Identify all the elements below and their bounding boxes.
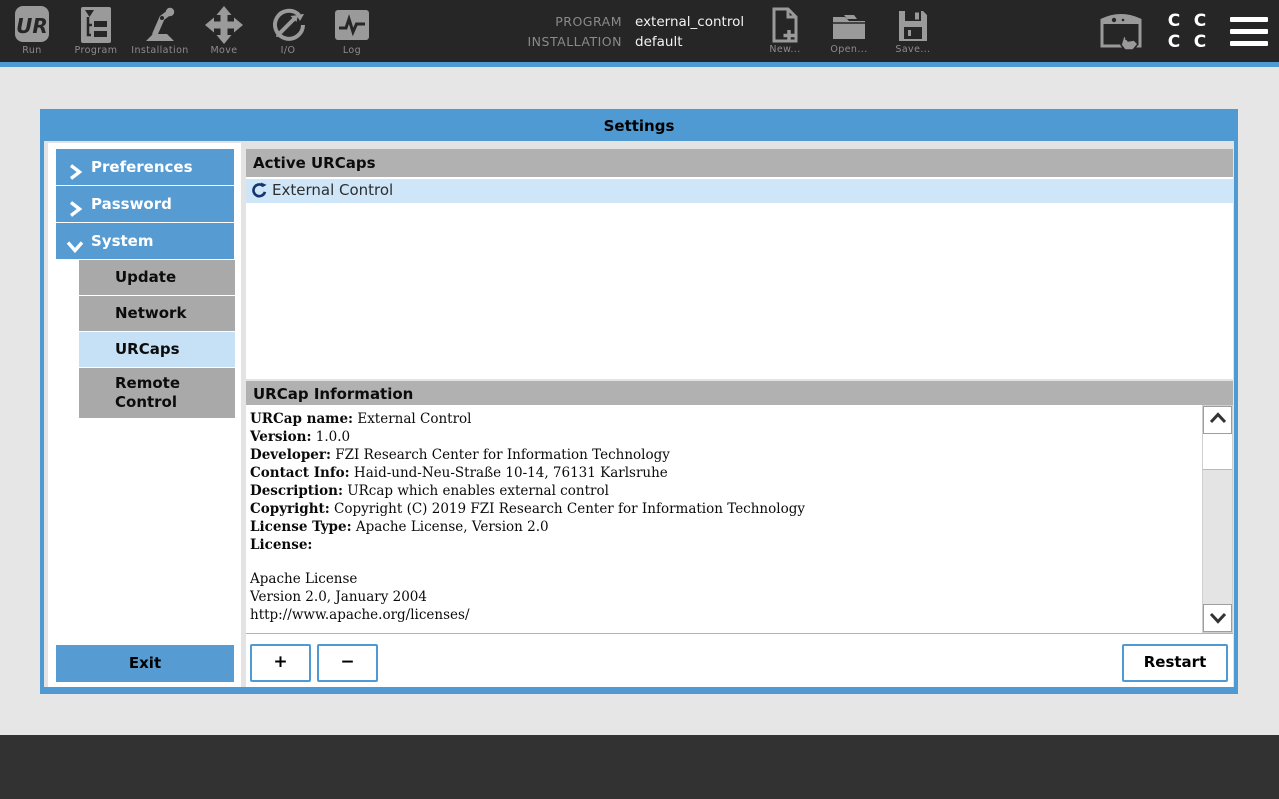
settings-sidebar: Preferences Password System Update Netwo… bbox=[48, 143, 241, 687]
bottom-bar: Speed 100% 15:39:05 June 14, 2019 bbox=[0, 735, 1279, 799]
info-line: License: bbox=[250, 536, 1192, 554]
info-scrollbar[interactable] bbox=[1202, 405, 1233, 633]
sidebar-subitem-label: Remote Control bbox=[115, 374, 180, 411]
chevron-right-icon bbox=[66, 195, 84, 213]
io-icon bbox=[256, 5, 320, 45]
sidebar-item-label: Preferences bbox=[91, 149, 193, 185]
accent-strip bbox=[0, 62, 1279, 67]
tab-label: Installation bbox=[128, 45, 192, 56]
program-info: PROGRAM external_control INSTALLATION de… bbox=[470, 12, 744, 52]
top-bar: UR Run Program Installation Move I/O Log bbox=[0, 0, 1279, 62]
info-line: URCap name: External Control bbox=[250, 410, 1192, 428]
tab-label: Move bbox=[192, 45, 256, 56]
settings-dialog: Settings Preferences Password System Upd… bbox=[40, 109, 1238, 694]
sidebar-item-update[interactable]: Update bbox=[79, 260, 235, 295]
urcap-name: External Control bbox=[272, 181, 393, 199]
status-letter: C bbox=[1187, 32, 1213, 53]
exit-button[interactable]: Exit bbox=[56, 645, 234, 682]
svg-text:UR: UR bbox=[16, 14, 48, 38]
sidebar-item-network[interactable]: Network bbox=[79, 296, 235, 331]
open-folder-icon bbox=[818, 7, 880, 44]
chevron-down-icon bbox=[66, 233, 84, 251]
info-line: License Type: Apache License, Version 2.… bbox=[250, 518, 1192, 536]
tab-move[interactable]: Move bbox=[192, 5, 256, 61]
license-line: http://www.apache.org/licenses/ bbox=[250, 606, 1192, 624]
license-line: Apache License bbox=[250, 570, 1192, 588]
tab-log[interactable]: Log bbox=[320, 5, 384, 61]
restart-button[interactable]: Restart bbox=[1122, 644, 1228, 682]
urcaps-panel: Active URCaps External Control URCap Inf… bbox=[246, 149, 1233, 687]
tab-io[interactable]: I/O bbox=[256, 5, 320, 61]
add-urcap-button[interactable]: + bbox=[250, 644, 311, 682]
scroll-up-button[interactable] bbox=[1203, 406, 1232, 434]
urcap-info-text: URCap name: External ControlVersion: 1.0… bbox=[246, 405, 1202, 633]
manual-mode-icon[interactable] bbox=[1096, 11, 1146, 53]
status-letter: C bbox=[1161, 32, 1187, 53]
open-program-button[interactable]: Open... bbox=[818, 7, 880, 61]
tab-label: Log bbox=[320, 45, 384, 56]
status-letter: C bbox=[1161, 11, 1187, 32]
info-line: Copyright: Copyright (C) 2019 FZI Resear… bbox=[250, 500, 1192, 518]
tab-label: Run bbox=[0, 45, 64, 56]
urcap-information-header: URCap Information bbox=[246, 379, 1233, 405]
installation-value: default bbox=[635, 32, 683, 52]
file-action-label: New... bbox=[754, 44, 816, 55]
urcaps-action-bar: + − Restart bbox=[246, 633, 1233, 687]
sidebar-subitem-label: URCaps bbox=[115, 340, 180, 358]
sidebar-item-system[interactable]: System bbox=[56, 223, 234, 259]
refresh-icon bbox=[251, 182, 268, 199]
info-line: Contact Info: Haid-und-Neu-Straße 10-14,… bbox=[250, 464, 1192, 482]
sidebar-item-label: System bbox=[91, 223, 153, 259]
sidebar-subitem-label: Update bbox=[115, 268, 176, 286]
tab-installation[interactable]: Installation bbox=[128, 5, 192, 61]
program-label: PROGRAM bbox=[470, 12, 622, 32]
chevron-right-icon bbox=[66, 158, 84, 176]
sidebar-item-remote-control[interactable]: Remote Control bbox=[79, 368, 235, 418]
sidebar-subitem-label: Network bbox=[115, 304, 186, 322]
file-action-label: Open... bbox=[818, 44, 880, 55]
file-action-label: Save... bbox=[882, 44, 944, 55]
save-icon bbox=[882, 7, 944, 44]
info-line: Description: URcap which enables externa… bbox=[250, 482, 1192, 500]
spacer bbox=[250, 554, 1192, 570]
installation-label: INSTALLATION bbox=[470, 32, 622, 52]
installation-icon bbox=[128, 5, 192, 45]
tab-run[interactable]: UR Run bbox=[0, 5, 64, 61]
hamburger-menu-icon[interactable] bbox=[1230, 17, 1268, 47]
dialog-title: Settings bbox=[44, 113, 1234, 141]
sidebar-item-label: Password bbox=[91, 186, 172, 222]
license-lines: Apache LicenseVersion 2.0, January 2004h… bbox=[250, 570, 1192, 624]
sidebar-item-urcaps[interactable]: URCaps bbox=[79, 332, 235, 367]
info-line: Developer: FZI Research Center for Infor… bbox=[250, 446, 1192, 464]
status-letter-grid: C C C C bbox=[1161, 11, 1213, 53]
active-urcaps-header: Active URCaps bbox=[246, 149, 1233, 177]
new-file-icon bbox=[754, 7, 816, 44]
new-program-button[interactable]: New... bbox=[754, 7, 816, 61]
scrollbar-thumb[interactable] bbox=[1203, 434, 1232, 470]
move-icon bbox=[192, 5, 256, 45]
urcap-list-item[interactable]: External Control bbox=[246, 179, 1233, 203]
remove-urcap-button[interactable]: − bbox=[317, 644, 378, 682]
status-letter: C bbox=[1187, 11, 1213, 32]
scroll-down-button[interactable] bbox=[1203, 604, 1232, 632]
tab-program[interactable]: Program bbox=[64, 5, 128, 61]
program-icon bbox=[64, 5, 128, 45]
sidebar-item-password[interactable]: Password bbox=[56, 186, 234, 222]
tab-label: I/O bbox=[256, 45, 320, 56]
urcap-info-fields: URCap name: External ControlVersion: 1.0… bbox=[250, 410, 1192, 554]
log-icon bbox=[320, 5, 384, 45]
license-line: Version 2.0, January 2004 bbox=[250, 588, 1192, 606]
save-program-button[interactable]: Save... bbox=[882, 7, 944, 61]
tab-label: Program bbox=[64, 45, 128, 56]
sidebar-item-preferences[interactable]: Preferences bbox=[56, 149, 234, 185]
program-value: external_control bbox=[635, 12, 744, 32]
info-line: Version: 1.0.0 bbox=[250, 428, 1192, 446]
ur-logo-icon: UR bbox=[0, 5, 64, 45]
